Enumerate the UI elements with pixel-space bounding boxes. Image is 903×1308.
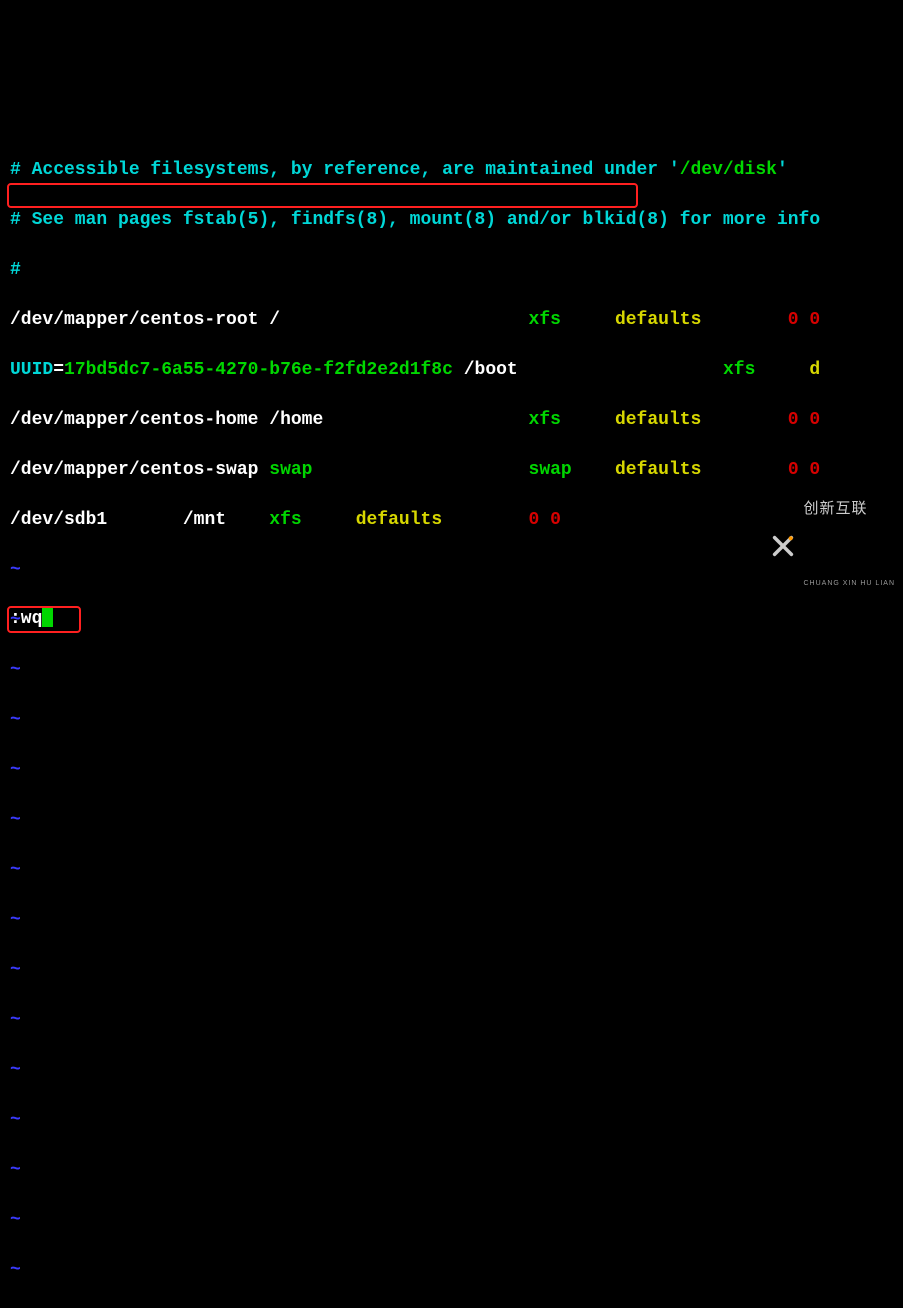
vim-tilde: ~ — [10, 808, 895, 833]
vim-tilde: ~ — [10, 1058, 895, 1083]
vim-tilde: ~ — [10, 1208, 895, 1233]
dump-pass: 0 0 — [788, 310, 820, 330]
vim-tilde: ~ — [10, 708, 895, 733]
comment-path: /dev/disk — [680, 160, 777, 180]
vim-tilde: ~ — [10, 558, 895, 583]
mount-options: d — [809, 360, 820, 380]
comment-text: # Accessible filesystems, by reference, … — [10, 160, 680, 180]
mount-options: defaults — [356, 510, 442, 530]
device-path: /dev/sdb1 — [10, 510, 107, 530]
comment-line: # See man pages fstab(5), findfs(8), mou… — [10, 208, 895, 233]
vim-tilde: ~ — [10, 658, 895, 683]
fstab-row: /dev/mapper/centos-root / xfs defaults 0… — [10, 308, 895, 333]
vim-tilde: ~ — [10, 1158, 895, 1183]
fstab-row: UUID=17bd5dc7-6a55-4270-b76e-f2fd2e2d1f8… — [10, 358, 895, 383]
vim-tilde: ~ — [10, 958, 895, 983]
fs-type: xfs — [529, 410, 561, 430]
mount-point: / — [269, 310, 280, 330]
fs-type: xfs — [529, 310, 561, 330]
fs-type: xfs — [269, 510, 301, 530]
mount-options: defaults — [615, 410, 701, 430]
vim-command-line[interactable]: :wq — [10, 607, 53, 632]
device-path: /dev/mapper/centos-home — [10, 410, 258, 430]
cursor-icon — [42, 607, 53, 627]
dump-pass: 0 0 — [788, 410, 820, 430]
fstab-row: /dev/sdb1 /mnt xfs defaults 0 0 — [10, 508, 895, 533]
comment-line: # — [10, 258, 895, 283]
uuid-value: 17bd5dc7-6a55-4270-b76e-f2fd2e2d1f8c — [64, 360, 453, 380]
fs-type: xfs — [723, 360, 755, 380]
vim-tilde: ~ — [10, 858, 895, 883]
mount-options: defaults — [615, 460, 701, 480]
vim-tilde: ~ — [10, 1108, 895, 1133]
mount-point: /home — [269, 410, 323, 430]
terminal-editor[interactable]: # Accessible filesystems, by reference, … — [10, 108, 895, 1308]
mount-point: /mnt — [183, 510, 226, 530]
command-text: :wq — [10, 609, 42, 629]
device-path: /dev/mapper/centos-swap — [10, 460, 258, 480]
uuid-key: UUID — [10, 360, 53, 380]
fs-type: swap — [529, 460, 572, 480]
vim-tilde: ~ — [10, 1008, 895, 1033]
dump-pass: 0 0 — [788, 460, 820, 480]
vim-tilde: ~ — [10, 758, 895, 783]
device-path: /dev/mapper/centos-root — [10, 310, 258, 330]
mount-options: defaults — [615, 310, 701, 330]
fstab-row: /dev/mapper/centos-swap swap swap defaul… — [10, 458, 895, 483]
vim-tilde: ~ — [10, 608, 895, 633]
vim-tilde: ~ — [10, 908, 895, 933]
fstab-row: /dev/mapper/centos-home /home xfs defaul… — [10, 408, 895, 433]
mount-point: /boot — [464, 360, 518, 380]
vim-tilde: ~ — [10, 1258, 895, 1283]
dump-pass: 0 0 — [529, 510, 561, 530]
comment-line: # Accessible filesystems, by reference, … — [10, 158, 895, 183]
mount-point: swap — [269, 460, 312, 480]
comment-text: ' — [777, 160, 788, 180]
